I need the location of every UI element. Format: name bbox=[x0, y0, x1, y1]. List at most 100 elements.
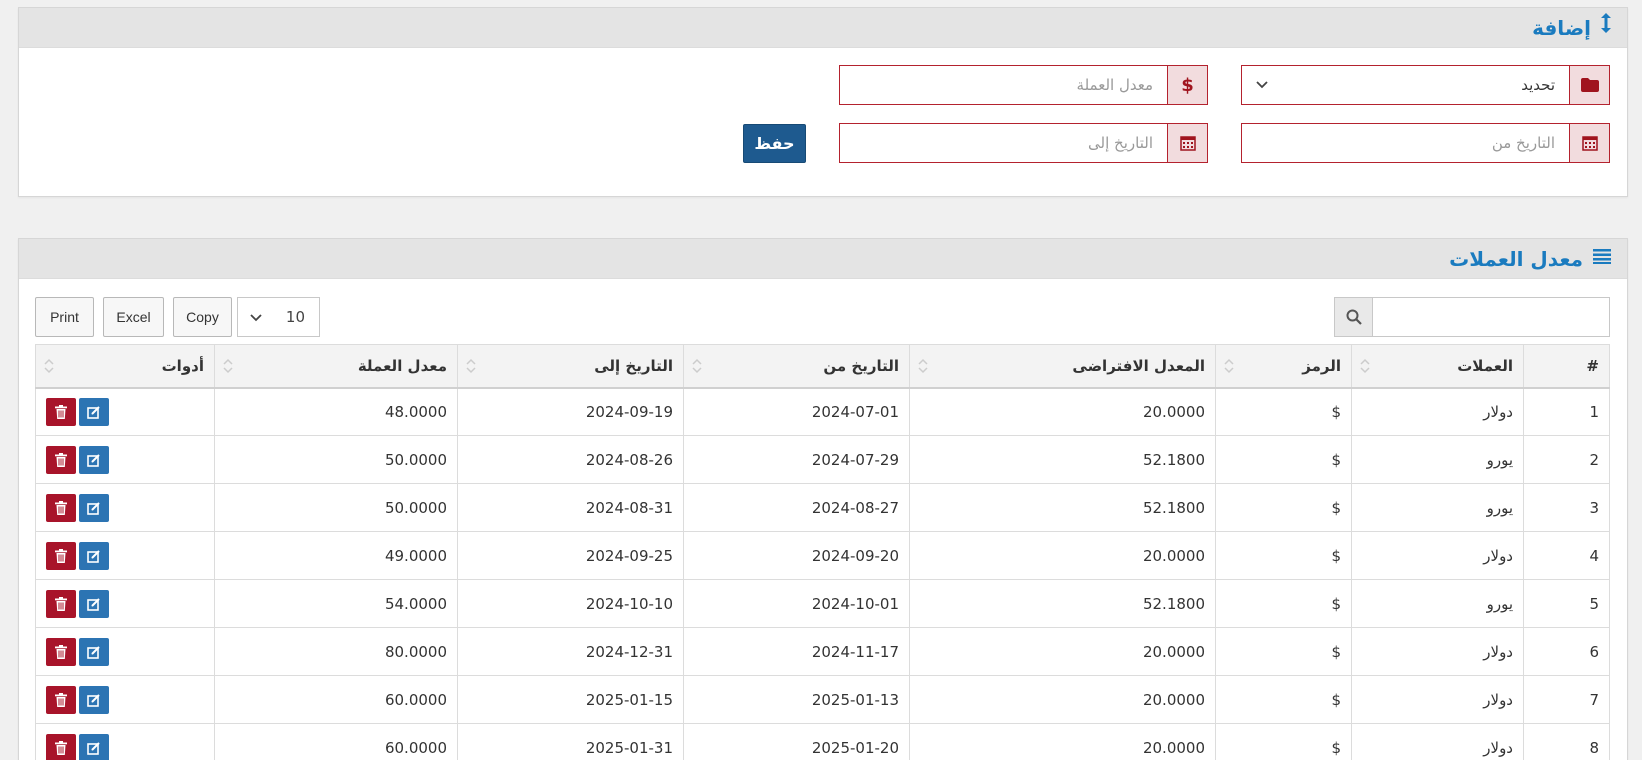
trash-icon[interactable] bbox=[46, 685, 76, 714]
cell-default-rate: 20.0000 bbox=[909, 627, 1216, 676]
sort-icon bbox=[918, 357, 928, 375]
row-tools bbox=[46, 397, 204, 426]
cell-rate: 54.0000 bbox=[214, 579, 458, 628]
table-row: 1 دولار $20.0000 2024-07-01 2024-09-19 48.000… bbox=[35, 387, 1610, 436]
arrows-vertical-icon bbox=[1601, 8, 1611, 48]
date-to-input[interactable]: التاريخ إلى bbox=[840, 124, 1167, 162]
edit-icon[interactable] bbox=[79, 397, 109, 426]
column-header-tools[interactable]: أدوات bbox=[35, 344, 215, 389]
date-to-field[interactable]: التاريخ إلى bbox=[839, 123, 1208, 163]
cell-n: 1 bbox=[1523, 387, 1610, 436]
list-panel-title-text: معدل العملات bbox=[1449, 247, 1583, 271]
cell-symbol: $ bbox=[1215, 675, 1352, 724]
cell-tools bbox=[35, 387, 215, 436]
table-row: 2 يورو $52.1800 2024-07-29 2024-08-26 50.0000 bbox=[35, 435, 1610, 484]
trash-icon[interactable] bbox=[46, 637, 76, 666]
column-header-symbol[interactable]: الرمز bbox=[1215, 344, 1352, 389]
cell-rate: 49.0000 bbox=[214, 531, 458, 580]
cell-symbol: $ bbox=[1215, 531, 1352, 580]
cell-rate: 48.0000 bbox=[214, 387, 458, 436]
cell-currency: يورو bbox=[1351, 483, 1524, 532]
trash-icon[interactable] bbox=[46, 397, 76, 426]
copy-button[interactable]: Copy bbox=[173, 297, 232, 337]
edit-icon[interactable] bbox=[79, 493, 109, 522]
cell-default-rate: 20.0000 bbox=[909, 387, 1216, 436]
trash-icon[interactable] bbox=[46, 493, 76, 522]
trash-icon[interactable] bbox=[46, 445, 76, 474]
cell-from: 2024-07-01 bbox=[683, 387, 910, 436]
cell-symbol: $ bbox=[1215, 483, 1352, 532]
page-length-select[interactable]: 10 bbox=[237, 297, 320, 337]
rate-field[interactable]: معدل العملة $ bbox=[839, 65, 1208, 105]
column-header-currencies[interactable]: العملات bbox=[1351, 344, 1524, 389]
cell-default-rate: 20.0000 bbox=[909, 723, 1216, 760]
row-tools bbox=[46, 541, 204, 570]
edit-icon[interactable] bbox=[79, 541, 109, 570]
add-panel-title[interactable]: إضافة bbox=[1532, 8, 1611, 48]
column-header-label: التاريخ إلى bbox=[594, 356, 673, 375]
sort-icon bbox=[223, 357, 233, 375]
cell-rate: 60.0000 bbox=[214, 675, 458, 724]
cell-default-rate: 20.0000 bbox=[909, 675, 1216, 724]
column-header-label: العملات bbox=[1457, 356, 1513, 375]
cell-n: 8 bbox=[1523, 723, 1610, 760]
cell-n: 5 bbox=[1523, 579, 1610, 628]
column-header-label: المعدل الافتراضى bbox=[1072, 356, 1205, 375]
search-icon[interactable] bbox=[1335, 298, 1373, 336]
trash-icon[interactable] bbox=[46, 733, 76, 760]
cell-currency: يورو bbox=[1351, 435, 1524, 484]
trash-icon[interactable] bbox=[46, 541, 76, 570]
column-header-rate[interactable]: معدل العملة bbox=[214, 344, 458, 389]
cell-n: 4 bbox=[1523, 531, 1610, 580]
table-row: 7 دولار $20.0000 2025-01-13 2025-01-15 60.000… bbox=[35, 675, 1610, 724]
table-search[interactable] bbox=[1334, 297, 1610, 337]
cell-rate: 80.0000 bbox=[214, 627, 458, 676]
sort-icon bbox=[466, 357, 476, 375]
cell-from: 2025-01-20 bbox=[683, 723, 910, 760]
cell-currency: دولار bbox=[1351, 387, 1524, 436]
rate-input[interactable]: معدل العملة bbox=[840, 66, 1167, 104]
edit-icon[interactable] bbox=[79, 733, 109, 760]
cell-tools bbox=[35, 531, 215, 580]
row-tools bbox=[46, 493, 204, 522]
cell-rate: 60.0000 bbox=[214, 723, 458, 760]
column-header-date-to[interactable]: التاريخ إلى bbox=[457, 344, 684, 389]
cell-currency: دولار bbox=[1351, 675, 1524, 724]
excel-button[interactable]: Excel bbox=[103, 297, 164, 337]
cell-to: 2024-09-25 bbox=[457, 531, 684, 580]
trash-icon[interactable] bbox=[46, 589, 76, 618]
cell-from: 2024-09-20 bbox=[683, 531, 910, 580]
date-from-input[interactable]: التاريخ من bbox=[1242, 124, 1569, 162]
cell-default-rate: 52.1800 bbox=[909, 435, 1216, 484]
table-row: 3 يورو $52.1800 2024-08-27 2024-08-31 50.0000 bbox=[35, 483, 1610, 532]
column-header-number[interactable]: # bbox=[1482, 344, 1610, 389]
edit-icon[interactable] bbox=[79, 685, 109, 714]
column-header-default-rate[interactable]: المعدل الافتراضى bbox=[909, 344, 1216, 389]
cell-from: 2024-08-27 bbox=[683, 483, 910, 532]
print-button[interactable]: Print bbox=[35, 297, 94, 337]
column-header-label: الرمز bbox=[1302, 356, 1341, 375]
table-row: 4 دولار $20.0000 2024-09-20 2024-09-25 49.000… bbox=[35, 531, 1610, 580]
cell-symbol: $ bbox=[1215, 387, 1352, 436]
save-button[interactable]: حفظ bbox=[743, 124, 806, 163]
table-row: 6 دولار $20.0000 2024-11-17 2024-12-31 80.000… bbox=[35, 627, 1610, 676]
cell-rate: 50.0000 bbox=[214, 483, 458, 532]
column-header-date-from[interactable]: التاريخ من bbox=[683, 344, 910, 389]
add-panel-title-text: إضافة bbox=[1532, 16, 1591, 40]
date-from-field[interactable]: التاريخ من bbox=[1241, 123, 1610, 163]
edit-icon[interactable] bbox=[79, 589, 109, 618]
edit-icon[interactable] bbox=[79, 445, 109, 474]
calendar-icon bbox=[1569, 124, 1609, 162]
search-input[interactable] bbox=[1373, 298, 1609, 336]
cell-from: 2024-11-17 bbox=[683, 627, 910, 676]
cell-currency: دولار bbox=[1351, 627, 1524, 676]
currency-select[interactable]: تحديد bbox=[1241, 65, 1610, 105]
list-panel-title[interactable]: معدل العملات bbox=[1449, 239, 1611, 279]
row-tools bbox=[46, 445, 204, 474]
edit-icon[interactable] bbox=[79, 637, 109, 666]
cell-tools bbox=[35, 723, 215, 760]
list-icon bbox=[1593, 239, 1611, 279]
cell-from: 2025-01-13 bbox=[683, 675, 910, 724]
currency-select-value: تحديد bbox=[1521, 76, 1555, 94]
cell-tools bbox=[35, 627, 215, 676]
